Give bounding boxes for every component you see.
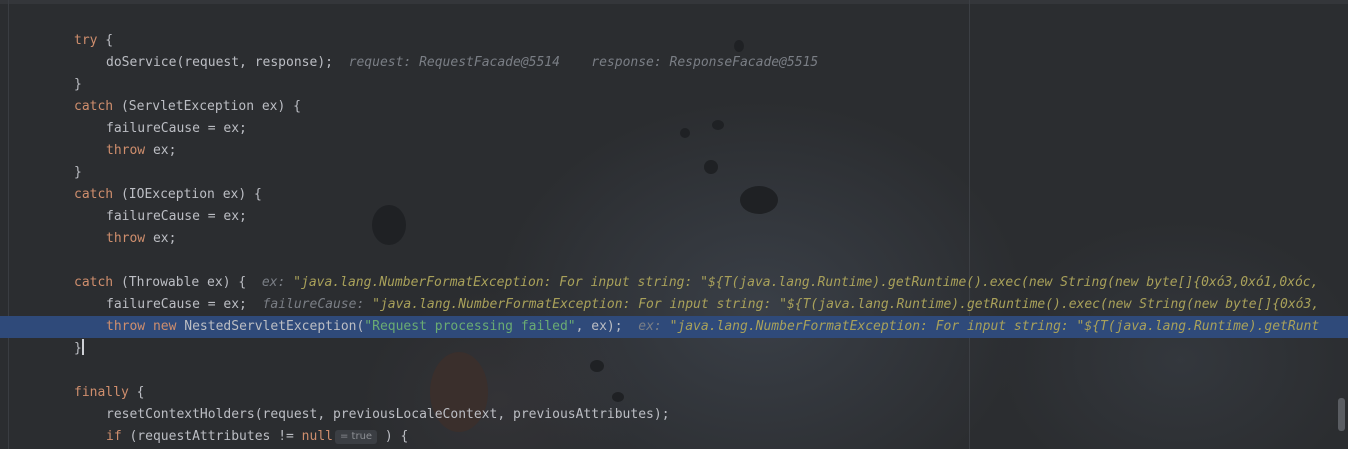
keyword-token: null: [301, 429, 333, 444]
code-token: resetContextHolders(request, previousLoc…: [106, 407, 670, 422]
code-token: (IOException ex) {: [113, 187, 262, 202]
code-line-content: throw new NestedServletException("Reques…: [106, 316, 1319, 338]
code-line-if-request[interactable]: if (requestAttributes != null = true ) {: [0, 426, 1348, 448]
code-line-reset-context[interactable]: resetContextHolders(request, previousLoc…: [0, 404, 1348, 426]
code-token: failureCause = ex;: [106, 297, 247, 312]
code-line-content: if (requestAttributes != null = true ) {: [106, 426, 408, 448]
keyword-token: catch: [74, 187, 114, 202]
code-line-close-3[interactable]: }: [0, 338, 1348, 360]
code-line-content: }: [74, 74, 82, 96]
code-line-throw-2[interactable]: throw ex;: [0, 228, 1348, 250]
code-line-content: failureCause = ex; failureCause: "java.l…: [106, 294, 1319, 316]
inline-value-badge: = true: [334, 430, 378, 444]
code-token: ) {: [377, 429, 409, 444]
code-token: (Throwable ex) {: [113, 275, 247, 290]
background-debris: [590, 360, 604, 372]
inline-debug-value: "java.lang.NumberFormatException: For in…: [669, 319, 1320, 334]
code-token: ex;: [145, 231, 177, 246]
string-token: "Request processing failed": [364, 319, 576, 334]
code-token: {: [97, 33, 114, 48]
code-token: }: [74, 165, 82, 180]
code-line-content: catch (IOException ex) {: [74, 184, 262, 206]
code-line-content: throw ex;: [106, 140, 176, 162]
code-line-content: failureCause = ex;: [106, 118, 247, 140]
inline-debug-value: "java.lang.NumberFormatException: For in…: [293, 275, 1319, 290]
code-token: failureCause = ex;: [106, 209, 247, 224]
code-line-content: try {: [74, 30, 113, 52]
code-line-throw-1[interactable]: throw ex;: [0, 140, 1348, 162]
code-line-content: catch (ServletException ex) {: [74, 96, 301, 118]
keyword-token: if: [106, 429, 122, 444]
code-line-content: throw ex;: [106, 228, 176, 250]
code-line-close-1[interactable]: }: [0, 74, 1348, 96]
code-line-catch-io[interactable]: catch (IOException ex) {: [0, 184, 1348, 206]
code-line-content: resetContextHolders(request, previousLoc…: [106, 404, 670, 426]
inline-debug-value: "java.lang.NumberFormatException: For in…: [372, 297, 1320, 312]
inline-debug-hint: ex:: [246, 275, 294, 290]
code-line-content: failureCause = ex;: [106, 206, 247, 228]
keyword-token: catch: [74, 275, 114, 290]
keyword-token: throw: [106, 231, 146, 246]
code-line-throw-nested[interactable]: throw new NestedServletException("Reques…: [0, 316, 1348, 338]
inline-debug-hint: request: RequestFacade@5514 response: Re…: [332, 55, 819, 70]
keyword-token: finally: [74, 385, 129, 400]
code-token: ex;: [145, 143, 177, 158]
keyword-token: throw: [106, 143, 146, 158]
code-token: (requestAttributes !=: [121, 429, 302, 444]
code-token: (ServletException ex) {: [113, 99, 301, 114]
code-token: }: [74, 77, 82, 92]
code-line-catch-throwable[interactable]: catch (Throwable ex) { ex: "java.lang.Nu…: [0, 272, 1348, 294]
code-token: doService(request, response);: [106, 55, 333, 70]
code-line-content: finally {: [74, 382, 144, 404]
keyword-token: try: [74, 33, 98, 48]
code-line-content: }: [74, 162, 82, 184]
editor-top-strip: [0, 0, 1348, 4]
code-line-catch-servlet[interactable]: catch (ServletException ex) {: [0, 96, 1348, 118]
code-token: NestedServletException(: [176, 319, 365, 334]
code-line-content: doService(request, response); request: R…: [106, 52, 818, 74]
code-editor[interactable]: try {doService(request, response); reque…: [0, 0, 1348, 449]
code-line-finally[interactable]: finally {: [0, 382, 1348, 404]
code-token: {: [128, 385, 145, 400]
code-line-failure-1[interactable]: failureCause = ex;: [0, 118, 1348, 140]
code-line-try[interactable]: try {: [0, 30, 1348, 52]
code-line-failure-2[interactable]: failureCause = ex;: [0, 206, 1348, 228]
code-line-failure-3[interactable]: failureCause = ex; failureCause: "java.l…: [0, 294, 1348, 316]
code-token: }: [74, 341, 82, 356]
code-line-content: }: [74, 338, 84, 360]
text-caret: [81, 339, 84, 355]
code-token: , ex);: [575, 319, 623, 334]
vertical-scrollbar-thumb[interactable]: [1338, 398, 1345, 431]
inline-debug-hint: ex:: [622, 319, 670, 334]
inline-debug-hint: failureCause:: [246, 297, 373, 312]
code-line-do-service[interactable]: doService(request, response); request: R…: [0, 52, 1348, 74]
keyword-token: catch: [74, 99, 114, 114]
code-line-close-2[interactable]: }: [0, 162, 1348, 184]
keyword-token: throw new: [106, 319, 177, 334]
code-line-content: catch (Throwable ex) { ex: "java.lang.Nu…: [74, 272, 1318, 294]
code-token: failureCause = ex;: [106, 121, 247, 136]
